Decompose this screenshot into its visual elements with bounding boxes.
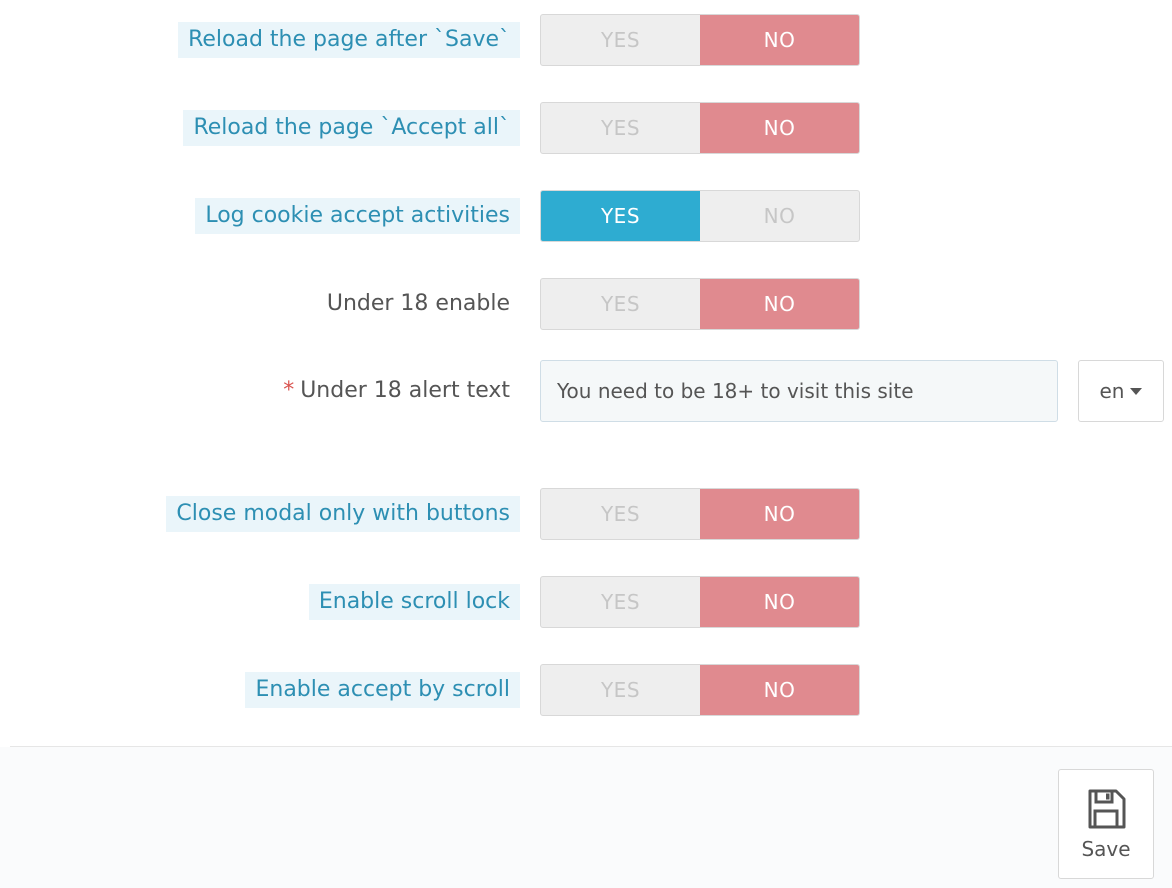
setting-label: Log cookie accept activities — [195, 198, 520, 234]
panel-footer: Save — [0, 747, 1172, 888]
log-cookie-activities-toggle[interactable]: YES NO — [540, 190, 860, 242]
setting-row-scroll-lock: Enable scroll lock YES NO — [0, 576, 1172, 628]
toggle-no-option[interactable]: NO — [700, 665, 859, 715]
toggle-yes-option[interactable]: YES — [541, 15, 700, 65]
caret-down-icon — [1130, 387, 1143, 395]
setting-label: Reload the page after `Save` — [178, 22, 520, 58]
scroll-lock-toggle[interactable]: YES NO — [540, 576, 860, 628]
cookie-settings-form: Reload the page after `Save` YES NO Relo… — [0, 0, 1172, 745]
toggle-no-option[interactable]: NO — [700, 191, 859, 241]
save-button[interactable]: Save — [1058, 769, 1154, 879]
setting-row-reload-accept-all: Reload the page `Accept all` YES NO — [0, 102, 1172, 154]
setting-row-under-18-alert-text: *Under 18 alert text en — [0, 360, 1172, 422]
setting-row-accept-by-scroll: Enable accept by scroll YES NO — [0, 664, 1172, 716]
reload-accept-all-toggle[interactable]: YES NO — [540, 102, 860, 154]
reload-after-save-toggle[interactable]: YES NO — [540, 14, 860, 66]
floppy-disk-icon — [1088, 789, 1126, 829]
save-button-label: Save — [1081, 837, 1131, 861]
setting-label: Enable accept by scroll — [245, 672, 520, 708]
setting-label: Close modal only with buttons — [166, 496, 520, 532]
toggle-yes-option[interactable]: YES — [541, 489, 700, 539]
close-modal-buttons-toggle[interactable]: YES NO — [540, 488, 860, 540]
setting-label: Reload the page `Accept all` — [183, 110, 520, 146]
toggle-no-option[interactable]: NO — [700, 15, 859, 65]
setting-label-text: Under 18 alert text — [300, 378, 510, 403]
setting-label: Enable scroll lock — [308, 584, 520, 620]
accept-by-scroll-toggle[interactable]: YES NO — [540, 664, 860, 716]
setting-row-close-modal-buttons: Close modal only with buttons YES NO — [0, 488, 1172, 540]
language-dropdown[interactable]: en — [1078, 360, 1164, 422]
toggle-no-option[interactable]: NO — [700, 489, 859, 539]
required-marker: * — [283, 378, 295, 403]
setting-row-under-18-enable: Under 18 enable YES NO — [0, 278, 1172, 330]
toggle-yes-option[interactable]: YES — [541, 103, 700, 153]
toggle-yes-option[interactable]: YES — [541, 665, 700, 715]
setting-label: Under 18 enable — [326, 291, 510, 316]
language-code: en — [1099, 379, 1125, 403]
toggle-yes-option[interactable]: YES — [541, 577, 700, 627]
toggle-no-option[interactable]: NO — [700, 279, 859, 329]
toggle-no-option[interactable]: NO — [700, 577, 859, 627]
toggle-yes-option[interactable]: YES — [541, 191, 700, 241]
setting-row-reload-after-save: Reload the page after `Save` YES NO — [0, 14, 1172, 66]
toggle-no-option[interactable]: NO — [700, 103, 859, 153]
setting-row-log-cookie-activities: Log cookie accept activities YES NO — [0, 190, 1172, 242]
under-18-enable-toggle[interactable]: YES NO — [540, 278, 860, 330]
toggle-yes-option[interactable]: YES — [541, 279, 700, 329]
under-18-alert-text-input[interactable] — [540, 360, 1058, 422]
setting-label: * Under 18 alert text — [273, 373, 520, 409]
